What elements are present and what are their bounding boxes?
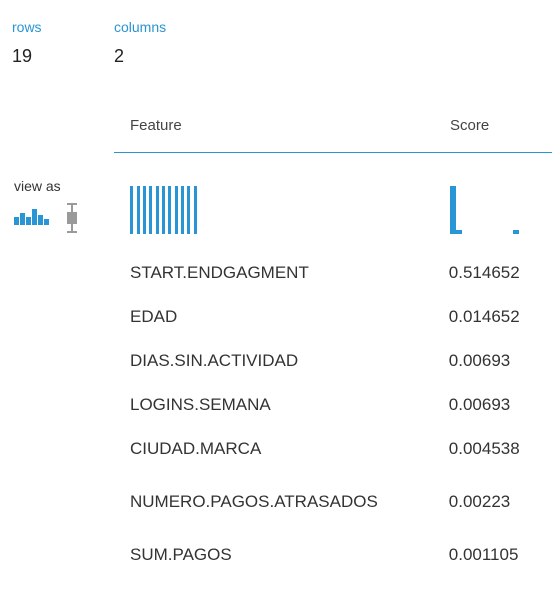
rows-label: rows [12,19,42,35]
feature-cell: CIUDAD.MARCA [130,439,262,458]
score-cell: 0.00223 [448,492,511,511]
table-row[interactable]: SUM.PAGOS 0.001105 [130,533,552,577]
view-as-label: view as [14,178,61,194]
table-row[interactable]: DIAS.SIN.ACTIVIDAD 0.00693 [130,339,552,383]
feature-mini-histogram [130,186,200,239]
table-row[interactable]: CIUDAD.MARCA 0.004538 [130,427,552,471]
header-feature[interactable]: Feature [130,117,182,134]
columns-label: columns [114,19,167,35]
score-cell: 0.00693 [448,351,511,370]
feature-cell: DIAS.SIN.ACTIVIDAD [130,351,299,370]
histogram-icon[interactable] [14,203,50,230]
table-row[interactable]: LOGINS.SEMANA 0.00693 [130,383,552,427]
score-cell: 0.00693 [448,395,511,414]
score-cell: 0.514652 [448,263,520,282]
feature-cell: NUMERO.PAGOS.ATRASADOS [130,471,449,533]
boxplot-icon[interactable] [64,203,80,238]
table-row[interactable]: START.ENDGAGMENT 0.514652 [130,251,552,295]
header-divider [114,152,552,153]
score-cell: 0.001105 [448,545,519,564]
score-cell: 0.004538 [448,439,520,458]
feature-cell: START.ENDGAGMENT [130,263,309,282]
feature-cell: LOGINS.SEMANA [130,395,271,414]
columns-value: 2 [114,46,125,66]
table-row[interactable]: NUMERO.PAGOS.ATRASADOS 0.00223 [130,471,552,533]
table-row[interactable]: EDAD 0.014652 [130,295,552,339]
score-mini-histogram [450,186,530,239]
feature-cell: EDAD [130,307,178,326]
feature-cell: SUM.PAGOS [130,545,232,564]
rows-value: 19 [12,46,33,66]
header-score[interactable]: Score [450,117,489,134]
feature-cell-text: NUMERO.PAGOS.ATRASADOS [130,492,378,511]
feature-score-table: START.ENDGAGMENT 0.514652 EDAD 0.014652 … [130,251,552,577]
score-cell: 0.014652 [448,307,520,326]
